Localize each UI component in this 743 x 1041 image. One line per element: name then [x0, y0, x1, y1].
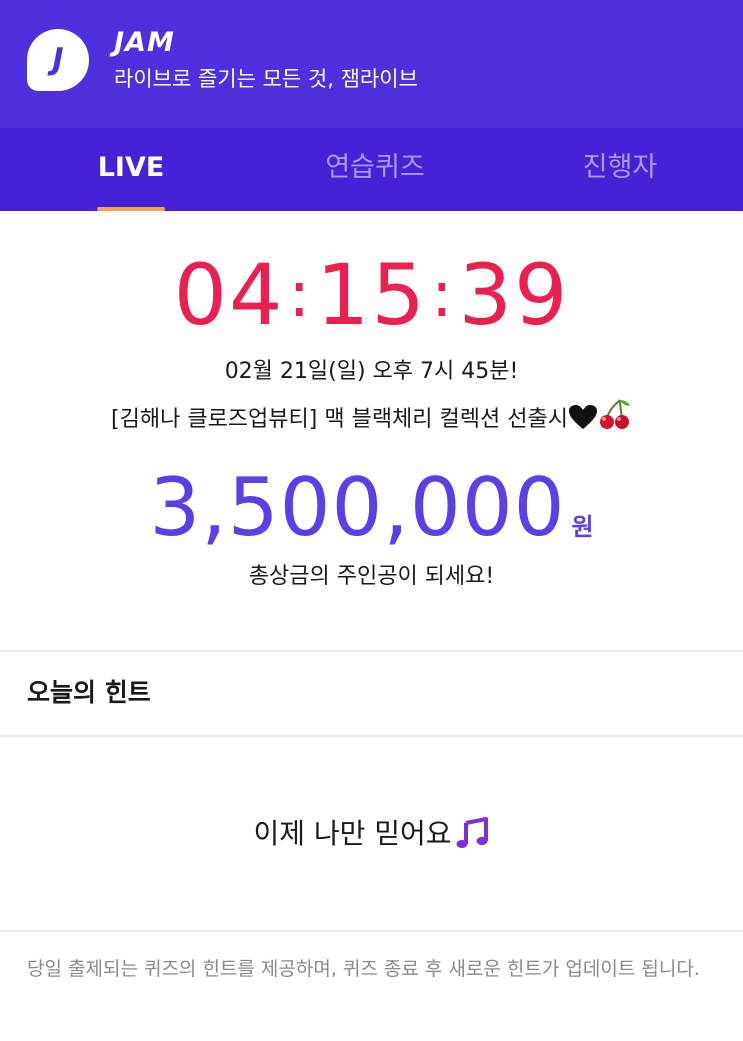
black-heart-icon: [568, 405, 597, 429]
prize-amount: 3,500,000: [149, 461, 566, 554]
tab-bar: LIVE 연습퀴즈 진행자: [0, 128, 743, 211]
jam-logo-icon: J: [27, 29, 89, 91]
countdown-timer: 04:15:39: [0, 240, 743, 358]
countdown-hours: 04: [173, 246, 285, 344]
hint-text: 이제 나만 믿어요: [253, 817, 452, 850]
event-title: [김해나 클로즈업뷰티] 맥 블랙체리 컬렉션 선출시: [111, 407, 568, 432]
section-divider: [0, 930, 743, 932]
app-name: JAM: [114, 27, 175, 58]
prize-unit: 원: [571, 513, 594, 541]
tab-live[interactable]: LIVE: [70, 128, 192, 211]
countdown-separator: :: [288, 258, 313, 332]
logo-letter: J: [52, 42, 64, 77]
hint-text-line: 이제 나만 믿어요: [0, 812, 743, 856]
tab-host[interactable]: 진행자: [540, 128, 700, 211]
app-header: J JAM 라이브로 즐기는 모든 것, 잼라이브: [0, 0, 743, 128]
countdown-separator: :: [430, 258, 455, 332]
app-tagline: 라이브로 즐기는 모든 것, 잼라이브: [114, 67, 418, 91]
hint-footnote: 당일 출제되는 퀴즈의 힌트를 제공하며, 퀴즈 종료 후 새로운 힌트가 업데…: [27, 958, 700, 980]
countdown-seconds: 39: [458, 246, 570, 344]
hint-section-title: 오늘의 힌트: [27, 678, 151, 707]
countdown-minutes: 15: [316, 246, 427, 344]
cherries-icon: [599, 399, 630, 429]
prize-caption: 총상금의 주인공이 되세요!: [248, 564, 495, 589]
event-schedule: 02월 21일(일) 오후 7시 45분!: [224, 359, 519, 384]
section-divider: [0, 735, 743, 737]
total-prize: 3,500,000 원: [0, 460, 743, 556]
event-title-line: [김해나 클로즈업뷰티] 맥 블랙체리 컬렉션 선출시: [0, 398, 743, 437]
music-notes-icon: [456, 817, 488, 848]
active-tab-indicator: [97, 207, 165, 211]
section-divider: [0, 650, 743, 652]
tab-practice-quiz[interactable]: 연습퀴즈: [280, 128, 470, 211]
